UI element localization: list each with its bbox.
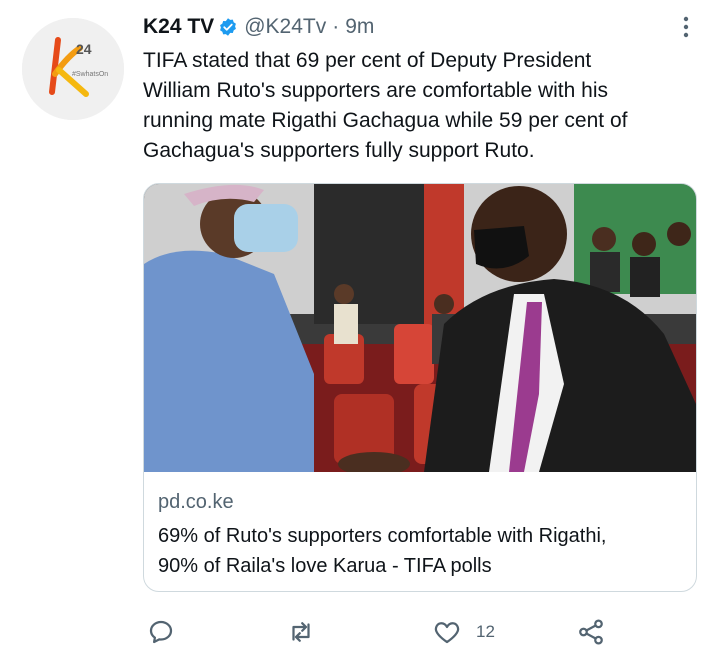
link-card[interactable]: pd.co.ke 69% of Ruto's supporters comfor… <box>143 183 697 592</box>
card-domain: pd.co.ke <box>158 491 234 513</box>
logo-subtext: #SwhatsOn <box>72 71 108 78</box>
tweet-header: K24 TV @K24Tv · 9m <box>143 12 374 42</box>
reply-icon <box>149 620 173 644</box>
like-icon <box>434 622 460 644</box>
retweet-icon <box>292 622 310 642</box>
reply-button[interactable] <box>146 614 176 650</box>
tweet-actions: 12 <box>146 614 616 650</box>
more-options-icon[interactable] <box>679 14 693 40</box>
author-handle[interactable]: @K24Tv <box>244 15 326 39</box>
card-title-line: 90% of Raila's love Karua - TIFA polls <box>158 555 492 577</box>
share-icon <box>579 619 603 645</box>
tweet-text-line: running mate Rigathi Gachagua while 59 p… <box>143 109 628 132</box>
like-button[interactable]: 12 <box>432 614 495 650</box>
verified-badge-icon <box>218 17 238 37</box>
tweet-text-line: Gachagua's supporters fully support Ruto… <box>143 139 535 162</box>
tweet-text-line: TIFA stated that 69 per cent of Deputy P… <box>143 49 592 72</box>
like-count: 12 <box>476 622 495 641</box>
card-title-line: 69% of Ruto's supporters comfortable wit… <box>158 525 607 547</box>
author-name[interactable]: K24 TV <box>143 15 214 39</box>
card-title: 69% of Ruto's supporters comfortable wit… <box>158 521 688 581</box>
author-avatar[interactable]: 24 #SwhatsOn <box>22 18 124 120</box>
card-image[interactable] <box>144 184 696 472</box>
share-button[interactable] <box>576 614 606 650</box>
separator-dot: · <box>332 15 340 38</box>
retweet-button[interactable] <box>286 614 316 650</box>
tweet-text: TIFA stated that 69 per cent of Deputy P… <box>143 46 703 166</box>
logo-text: 24 <box>76 41 92 57</box>
k24-logo: 24 #SwhatsOn <box>22 18 124 120</box>
tweet-text-line: William Ruto's supporters are comfortabl… <box>143 79 609 102</box>
tweet-timestamp[interactable]: 9m <box>345 15 374 39</box>
